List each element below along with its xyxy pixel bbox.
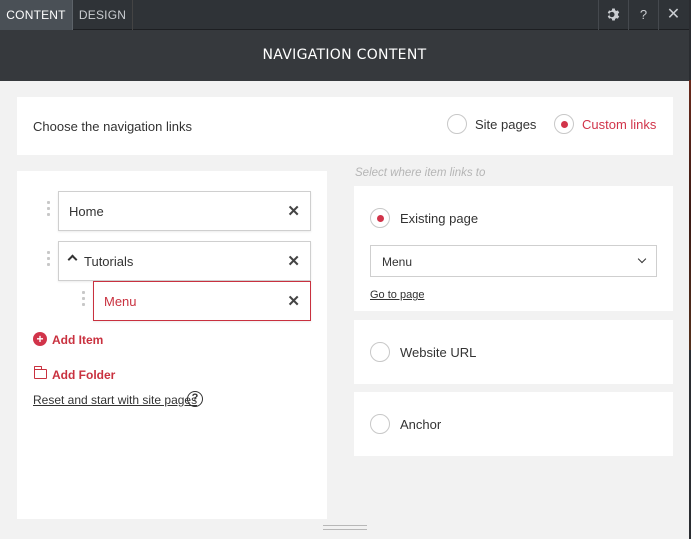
nav-item-menu[interactable]: Menu ✕ bbox=[93, 281, 311, 321]
navigation-panel: CONTENT DESIGN ? ✕ NAVIGATION CONTENT Ch… bbox=[0, 0, 689, 539]
tab-content[interactable]: CONTENT bbox=[0, 0, 73, 30]
custom-links-label[interactable]: Custom links bbox=[582, 117, 656, 132]
remove-icon[interactable]: ✕ bbox=[287, 202, 300, 220]
add-icon[interactable]: + bbox=[33, 332, 47, 346]
website-url-label[interactable]: Website URL bbox=[400, 345, 476, 360]
nav-item-label: Home bbox=[69, 204, 104, 219]
remove-icon[interactable]: ✕ bbox=[287, 292, 300, 310]
gear-icon bbox=[607, 8, 620, 21]
nav-item-home[interactable]: Home ✕ bbox=[58, 191, 311, 231]
link-source-label: Choose the navigation links bbox=[33, 119, 192, 134]
website-url-card: Website URL bbox=[354, 320, 673, 384]
custom-links-radio[interactable] bbox=[554, 114, 574, 134]
page-select-value: Menu bbox=[382, 255, 413, 269]
link-source-bar: Choose the navigation links Site pages C… bbox=[17, 97, 673, 155]
drag-handle-icon[interactable] bbox=[82, 291, 86, 313]
add-folder-button[interactable]: Add Folder bbox=[52, 368, 115, 382]
site-pages-label[interactable]: Site pages bbox=[475, 117, 536, 132]
nav-item-label: Menu bbox=[104, 294, 137, 309]
existing-page-card: Existing page Menu Go to page bbox=[354, 186, 673, 311]
drag-handle-icon[interactable] bbox=[47, 251, 51, 273]
site-pages-radio[interactable] bbox=[447, 114, 467, 134]
add-item-button[interactable]: Add Item bbox=[52, 333, 103, 347]
website-url-radio[interactable] bbox=[370, 342, 390, 362]
link-target-hint: Select where item links to bbox=[355, 167, 486, 179]
help-icon[interactable]: ? bbox=[187, 391, 203, 407]
settings-button[interactable] bbox=[598, 0, 628, 30]
tab-design[interactable]: DESIGN bbox=[73, 0, 133, 30]
chevron-up-icon[interactable] bbox=[67, 254, 78, 265]
existing-page-label[interactable]: Existing page bbox=[400, 211, 478, 226]
close-button[interactable]: ✕ bbox=[658, 0, 688, 30]
help-button[interactable]: ? bbox=[628, 0, 658, 30]
drag-handle-icon[interactable] bbox=[47, 201, 51, 223]
folder-icon[interactable] bbox=[33, 366, 47, 379]
anchor-card: Anchor bbox=[354, 392, 673, 456]
nav-item-label: Tutorials bbox=[84, 254, 134, 269]
page-title: NAVIGATION CONTENT bbox=[262, 47, 427, 63]
resize-handle[interactable] bbox=[323, 525, 367, 530]
anchor-radio[interactable] bbox=[370, 414, 390, 434]
tab-bar: CONTENT DESIGN ? ✕ bbox=[0, 0, 689, 30]
existing-page-radio[interactable] bbox=[370, 208, 390, 228]
panel-header: NAVIGATION CONTENT bbox=[0, 30, 689, 81]
chevron-down-icon bbox=[637, 254, 647, 264]
nav-item-tutorials[interactable]: Tutorials ✕ bbox=[58, 241, 311, 281]
page-select[interactable]: Menu bbox=[370, 245, 657, 277]
go-to-page-link[interactable]: Go to page bbox=[370, 289, 424, 301]
anchor-label[interactable]: Anchor bbox=[400, 417, 441, 432]
remove-icon[interactable]: ✕ bbox=[287, 252, 300, 270]
reset-link[interactable]: Reset and start with site pages bbox=[33, 393, 197, 407]
